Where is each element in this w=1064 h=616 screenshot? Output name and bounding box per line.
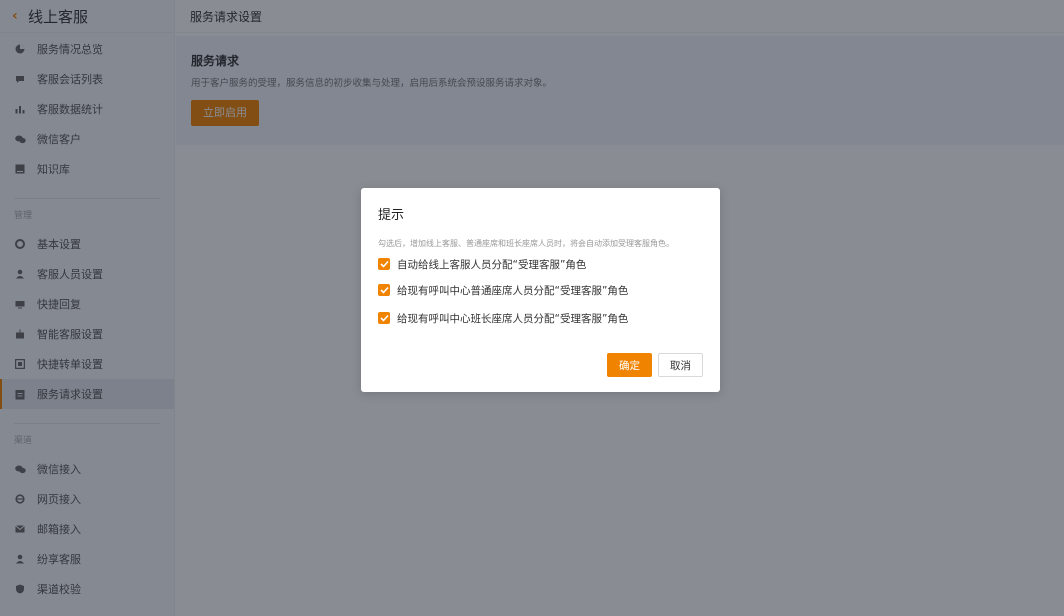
cancel-button[interactable]: 取消 [658,353,703,377]
confirm-button[interactable]: 确定 [607,353,652,377]
dialog-title: 提示 [378,208,405,223]
checkbox-checked-icon[interactable] [378,258,390,270]
option-label: 给现有呼叫中心普通座席人员分配“受理客服”角色 [397,284,629,297]
option-label: 给现有呼叫中心班长座席人员分配“受理客服”角色 [397,312,629,325]
option-assign-leader-seat[interactable]: 给现有呼叫中心班长座席人员分配“受理客服”角色 [378,311,703,325]
option-assign-normal-seat[interactable]: 给现有呼叫中心普通座席人员分配“受理客服”角色 [378,283,703,297]
dialog-footer: 确定 取消 [607,353,703,377]
confirm-dialog: 提示 勾选后，增加线上客服、普通座席和班长座席人员时，将会自动添加受理客服角色。… [361,188,720,392]
checkbox-checked-icon[interactable] [378,284,390,296]
checkbox-checked-icon[interactable] [378,312,390,324]
dialog-description: 勾选后，增加线上客服、普通座席和班长座席人员时，将会自动添加受理客服角色。 [378,239,674,248]
option-label: 自动给线上客服人员分配“受理客服”角色 [397,258,587,271]
option-auto-assign-online[interactable]: 自动给线上客服人员分配“受理客服”角色 [378,257,703,271]
